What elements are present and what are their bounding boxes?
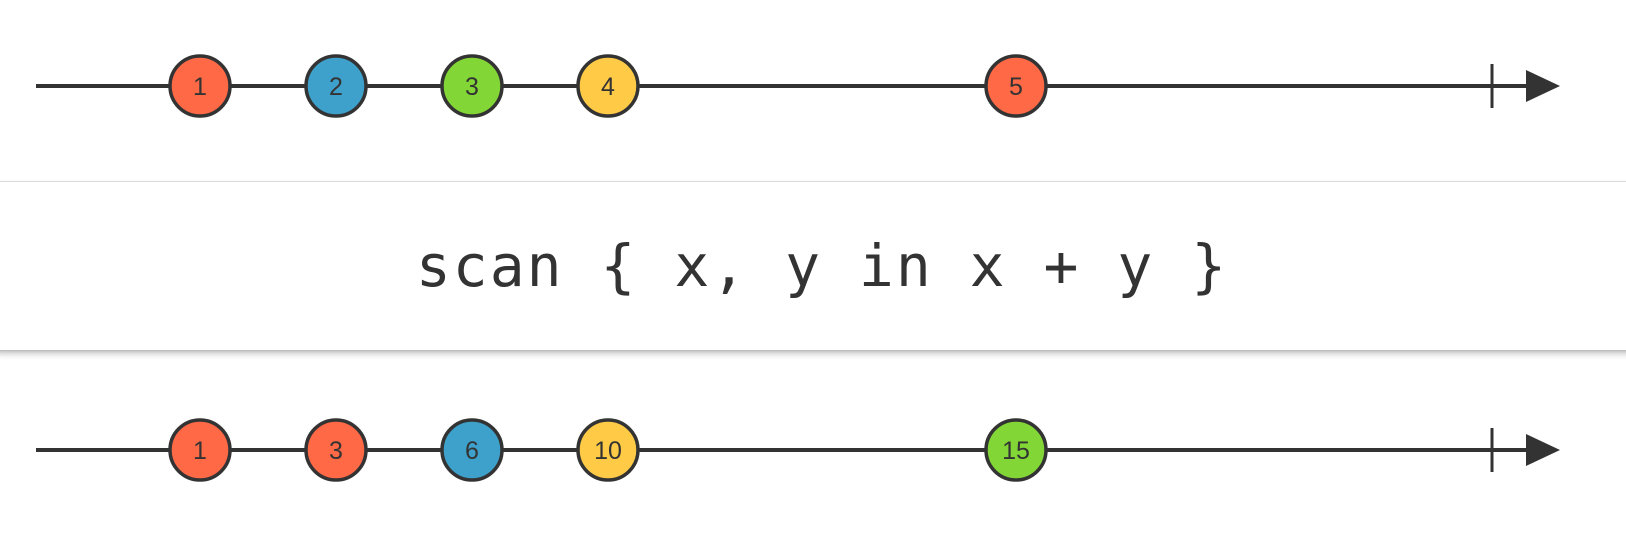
output-marble: 15 [984,418,1048,482]
input-arrowhead-icon [1526,70,1560,102]
output-marble: 10 [576,418,640,482]
operator-box: scan { x, y in x + y } [0,181,1626,350]
output-marble: 6 [440,418,504,482]
input-timeline: 1 2 3 4 5 [0,26,1626,146]
input-marble-label: 4 [601,73,615,101]
output-timeline: 1 3 6 10 15 [0,390,1626,510]
output-marble: 1 [168,418,232,482]
input-marble-label: 2 [329,73,343,101]
input-marble: 5 [984,54,1048,118]
input-marble-label: 5 [1009,73,1023,101]
input-marble: 4 [576,54,640,118]
input-marble-label: 1 [193,73,207,101]
output-arrowhead-icon [1526,434,1560,466]
input-timeline-svg: 1 2 3 4 5 [36,54,1560,118]
input-marble: 2 [304,54,368,118]
input-marble: 3 [440,54,504,118]
output-marble-label: 10 [594,437,622,465]
input-marble: 1 [168,54,232,118]
output-marble-label: 15 [1002,437,1030,465]
output-timeline-svg: 1 3 6 10 15 [36,418,1560,482]
output-marble-label: 1 [193,437,207,465]
output-marble: 3 [304,418,368,482]
operator-label: scan { x, y in x + y } [415,232,1229,300]
output-marble-label: 6 [465,437,479,465]
output-marble-label: 3 [329,437,343,465]
input-marble-label: 3 [465,73,479,101]
